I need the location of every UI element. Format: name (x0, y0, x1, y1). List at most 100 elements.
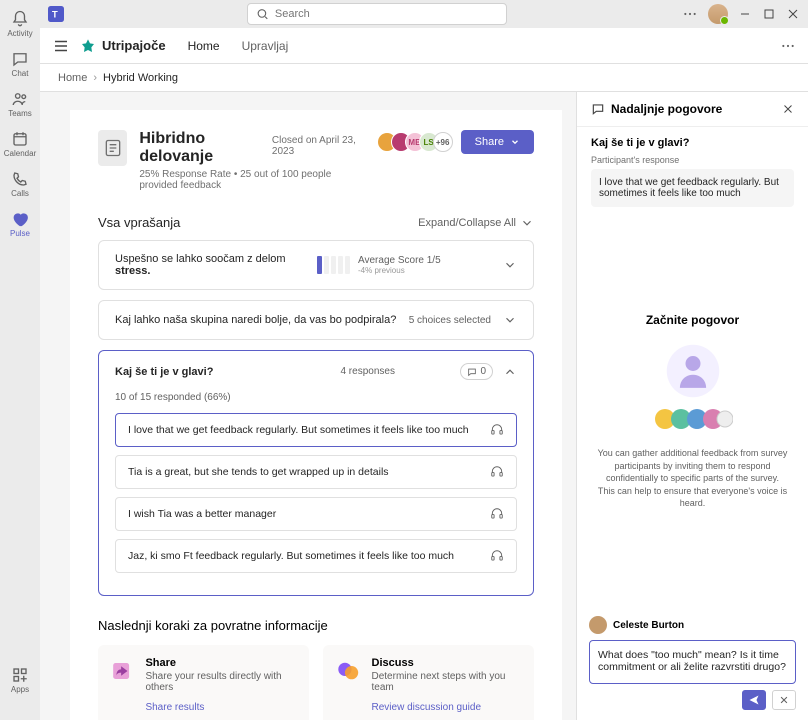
survey-closed-date: Closed on April 23, 2023 (272, 135, 365, 157)
search-input[interactable] (275, 8, 498, 20)
questions-title: Vsa vprašanja (98, 215, 180, 230)
rail-label: Activity (7, 29, 32, 38)
ns-link[interactable]: Share results (145, 702, 204, 713)
chevron-down-icon (503, 313, 517, 327)
discard-button[interactable] (772, 690, 796, 710)
ns-desc: Determine next steps with you team (372, 671, 523, 693)
rail-item-teams[interactable]: Teams (0, 84, 40, 124)
response-rate: 10 of 15 responded (66%) (115, 392, 517, 403)
rail-item-calendar[interactable]: Calendar (0, 124, 40, 164)
chat-icon (591, 102, 605, 116)
calendar-icon (11, 130, 29, 148)
pulse-app-icon (80, 38, 96, 54)
tab-manage[interactable]: Upravljaj (242, 39, 289, 53)
compose-avatar (589, 616, 607, 634)
breadcrumb: Home › Hybrid Working (40, 64, 808, 92)
facepile-illustration-icon (653, 407, 733, 431)
question-card-active: Kaj še ti je v glavi? 4 responses 0 10 o… (98, 350, 534, 596)
response-item[interactable]: Jaz, ki smo Ft feedback regularly. But s… (115, 539, 517, 573)
question-text: Kaj lahko naša skupina naredi bolje, da … (115, 314, 396, 326)
survey-header: Hibridno delovanje Closed on April 23, 2… (98, 130, 534, 191)
send-icon (748, 694, 760, 706)
header-more-icon[interactable] (780, 38, 796, 54)
chat-icon (11, 50, 29, 68)
share-button[interactable]: Share (461, 130, 534, 154)
global-search[interactable] (247, 3, 507, 25)
score-sub: -4% previous (358, 266, 441, 275)
rail-item-activity[interactable]: Activity (0, 4, 40, 44)
rail-item-calls[interactable]: Calls (0, 164, 40, 204)
avatar-overflow: +96 (433, 132, 453, 152)
next-step-discuss[interactable]: Discuss Determine next steps with you te… (323, 645, 534, 720)
app-logo[interactable]: Utripajoče (80, 38, 166, 54)
headset-icon (490, 507, 504, 521)
title-bar: T (40, 0, 808, 28)
rail-label: Calls (11, 189, 29, 198)
more-icon[interactable] (682, 6, 698, 22)
survey-icon (98, 130, 127, 166)
response-item[interactable]: I wish Tia was a better manager (115, 497, 517, 531)
rail-label: Calendar (4, 149, 36, 158)
hamburger-icon[interactable] (52, 37, 70, 55)
chevron-down-icon (520, 216, 534, 230)
minimize-button[interactable] (738, 7, 752, 21)
share-icon (110, 657, 135, 685)
conversation-panel: Nadaljnje pogovore Kaj še ti je v glavi?… (576, 92, 808, 720)
headset-icon (490, 465, 504, 479)
crumb-home[interactable]: Home (58, 72, 87, 84)
rail-label: Chat (12, 69, 29, 78)
headset-icon (490, 423, 504, 437)
send-button[interactable] (742, 690, 766, 710)
ns-title: Discuss (372, 657, 523, 669)
expand-collapse-all[interactable]: Expand/Collapse All (418, 216, 534, 230)
rail-item-pulse[interactable]: Pulse (0, 204, 40, 244)
close-icon[interactable] (782, 103, 794, 115)
maximize-button[interactable] (762, 7, 776, 21)
close-icon (779, 695, 789, 705)
empty-description: You can gather additional feedback from … (597, 447, 788, 510)
question-header[interactable]: Kaj še ti je v glavi? 4 responses 0 (99, 351, 533, 392)
response-item[interactable]: I love that we get feedback regularly. B… (115, 413, 517, 447)
conversation-count[interactable]: 0 (460, 363, 493, 380)
context-question: Kaj še ti je v glavi? (591, 137, 794, 149)
svg-text:T: T (52, 9, 58, 19)
user-avatar[interactable] (708, 4, 728, 24)
rail-label: Teams (8, 109, 32, 118)
compose-area: Celeste Burton What does "too much" mean… (577, 606, 808, 720)
app-name: Utripajoče (102, 38, 166, 53)
teams-logo-icon: T (48, 6, 64, 22)
question-text-bold: stress. (115, 265, 150, 277)
call-icon (11, 170, 29, 188)
crumb-current: Hybrid Working (103, 72, 178, 84)
next-step-share[interactable]: Share Share your results directly with o… (98, 645, 309, 720)
toggle-all-label: Expand/Collapse All (418, 217, 516, 229)
response-item[interactable]: Tia is a great, but she tends to get wra… (115, 455, 517, 489)
question-header[interactable]: Uspešno se lahko soočam z delom stress. … (99, 241, 533, 289)
rail-item-apps[interactable]: Apps (0, 660, 40, 700)
question-card: Uspešno se lahko soočam z delom stress. … (98, 240, 534, 290)
tab-home[interactable]: Home (188, 39, 220, 53)
question-meta: 5 choices selected (409, 315, 491, 326)
chevron-up-icon (503, 365, 517, 379)
chevron-down-icon (503, 258, 517, 272)
ns-title: Share (145, 657, 297, 669)
main-content: Hibridno delovanje Closed on April 23, 2… (40, 92, 576, 720)
facepile[interactable]: MB LS +96 (377, 132, 453, 152)
rail-item-chat[interactable]: Chat (0, 44, 40, 84)
context-label: Participant's response (591, 155, 794, 165)
ns-link[interactable]: Review discussion guide (372, 702, 482, 713)
pulse-icon (11, 210, 29, 228)
survey-stats: 25% Response Rate • 25 out of 100 people… (139, 169, 364, 191)
question-header[interactable]: Kaj lahko naša skupina naredi bolje, da … (99, 301, 533, 339)
empty-title: Začnite pogovor (646, 313, 739, 327)
search-icon (256, 7, 269, 21)
rail-label: Apps (11, 685, 29, 694)
context-response: I love that we get feedback regularly. B… (591, 169, 794, 207)
next-steps-section: Naslednji koraki za povratne informacije… (98, 618, 534, 720)
people-icon (11, 90, 29, 108)
close-button[interactable] (786, 7, 800, 21)
question-text: Kaj še ti je v glavi? (115, 366, 213, 378)
next-steps-title: Naslednji koraki za povratne informacije (98, 618, 534, 633)
chevron-right-icon: › (93, 72, 97, 84)
compose-input[interactable]: What does "too much" mean? Is it time co… (589, 640, 796, 684)
